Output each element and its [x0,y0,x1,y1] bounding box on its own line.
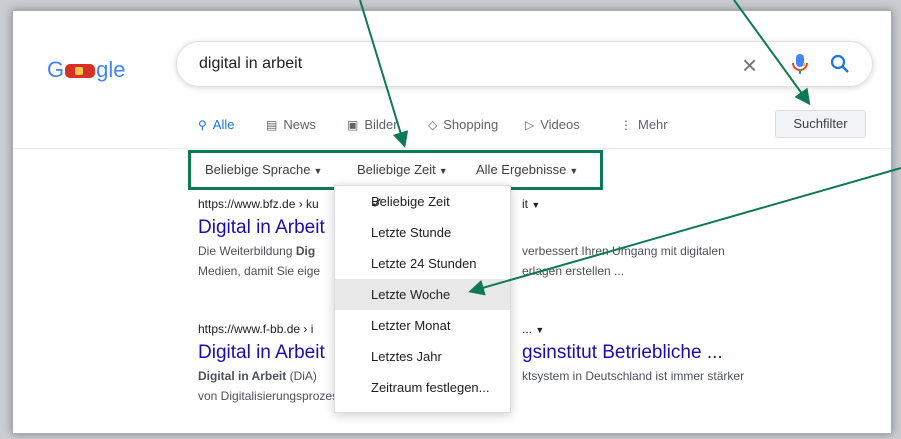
tab-label: Videos [540,117,580,132]
time-option-any[interactable]: ✓ Beliebige Zeit [335,186,510,217]
video-icon: ▷ [525,118,535,132]
language-filter[interactable]: Beliebige Sprache ▼ [205,162,322,177]
option-label: Letzte 24 Stunden [371,256,477,271]
logo-doodle-icon [65,64,96,79]
option-label: Zeitraum festlegen... [371,380,490,395]
chevron-down-icon: ▼ [569,166,579,176]
tag-icon: ◇ [428,118,438,132]
chevron-down-icon: ▼ [531,200,541,210]
filter-toolbar: Beliebige Sprache ▼ Beliebige Zeit ▼ Alle … [188,150,603,190]
language-filter-label: Beliebige Sprache [205,162,311,177]
logo-letters: gle [96,57,126,82]
time-filter[interactable]: Beliebige Zeit ▼ [357,162,448,177]
results-filter[interactable]: Alle Ergebnisse ▼ [476,162,578,177]
image-icon: ▣ [347,118,359,132]
close-icon[interactable]: × [742,50,757,81]
option-label: Letzte Woche [371,287,451,302]
search-filter-button[interactable]: Suchfilter [775,110,866,138]
tab-videos[interactable]: ▷ Videos [525,117,580,132]
snippet-bold: Dig [295,244,316,258]
logo-letter: G [47,57,65,82]
search-box[interactable]: digital in arbeit × [176,41,873,87]
snippet-text: ktsystem in Deutschland ist immer stärke… [522,369,745,383]
search-icon: ⚲ [198,118,207,132]
search-input[interactable]: digital in arbeit [199,55,302,73]
result-url-text: https://www.bfz.de › ku [198,197,319,211]
snippet-text: (DiA) [286,369,317,383]
result-title-start: Digital in Arbeit [198,342,325,363]
result-title-end: gsinstitut Betriebliche ... [522,342,723,363]
tab-all[interactable]: ⚲ Alle [198,117,234,132]
tab-images[interactable]: ▣ Bilder [347,117,398,132]
result-url-tail: ... [522,322,533,336]
chevron-down-icon: ▼ [438,166,448,176]
divider [13,148,891,149]
results-filter-label: Alle Ergebnisse [476,162,567,177]
snippet-text: verbessert Ihren Umgang mit digitalen [522,244,725,258]
time-filter-dropdown: ✓ Beliebige Zeit Letzte Stunde Letzte 24 … [334,185,511,413]
result-url-text: https://www.f-bb.de › i [198,322,314,336]
browser-window: Ggle digital in arbeit × ⚲ Alle ▤ News ▣ Bi… [12,10,892,434]
tab-label: Shopping [443,117,499,132]
time-option-custom[interactable]: Zeitraum festlegen... [335,372,510,403]
tab-news[interactable]: ▤ News [266,117,316,132]
time-option-month[interactable]: Letzter Monat [335,310,510,341]
result-url-tail: it [522,197,528,211]
time-option-week[interactable]: Letzte Woche [335,279,510,310]
tab-label: Bilder [364,117,398,132]
chevron-down-icon: ▼ [313,166,323,176]
tab-label: News [283,117,316,132]
search-icon[interactable] [829,53,851,75]
time-option-hour[interactable]: Letzte Stunde [335,217,510,248]
tab-label: Mehr [638,117,668,132]
option-label: Beliebige Zeit [371,194,450,209]
snippet-bold: Digital in Arbeit [198,369,287,383]
option-label: Letzte Stunde [371,225,452,240]
chevron-down-icon: ▼ [535,325,545,335]
tab-label: Alle [212,117,235,132]
google-logo[interactable]: Ggle [47,57,125,83]
time-option-year[interactable]: Letztes Jahr [335,341,510,372]
option-label: Letztes Jahr [371,349,442,364]
snippet-text: erlagen erstellen ... [522,264,625,278]
tab-shopping[interactable]: ◇ Shopping [428,117,498,132]
time-filter-label: Beliebige Zeit [357,162,436,177]
more-icon: ⋮ [620,118,632,132]
microphone-icon[interactable] [790,53,810,75]
news-icon: ▤ [266,118,278,132]
snippet-text: Medien, damit Sie eige [198,264,321,278]
tab-more[interactable]: ⋮ Mehr [620,117,668,132]
snippet-text: Die Weiterbildung [198,244,296,258]
option-label: Letzter Monat [371,318,451,333]
time-option-24h[interactable]: Letzte 24 Stunden [335,248,510,279]
